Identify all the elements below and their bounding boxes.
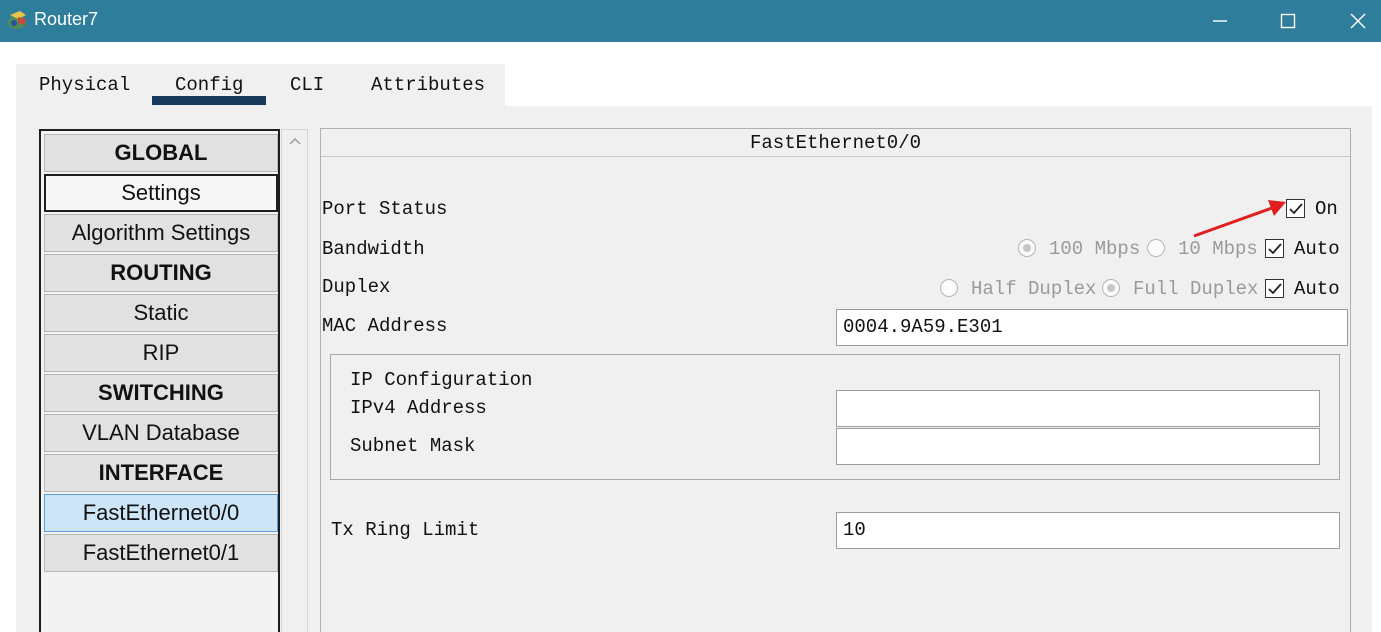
duplex-auto-label: Auto: [1294, 278, 1340, 300]
close-button[interactable]: [1336, 6, 1380, 36]
nav-list: GLOBAL Settings Algorithm Settings ROUTI…: [39, 129, 280, 632]
port-status-on-label: On: [1315, 198, 1338, 220]
nav-header-interface: INTERFACE: [44, 454, 278, 492]
window-title: Router7: [34, 9, 99, 29]
nav-header-global: GLOBAL: [44, 134, 278, 172]
port-status-label: Port Status: [322, 198, 448, 220]
nav-item-vlan-database[interactable]: VLAN Database: [44, 414, 278, 452]
nav-scrollbar[interactable]: [281, 129, 308, 632]
title-bar: Router7: [0, 0, 1381, 42]
tab-physical[interactable]: Physical: [39, 74, 130, 96]
nav-item-fastethernet0-0[interactable]: FastEthernet0/0: [44, 494, 278, 532]
nav-item-static[interactable]: Static: [44, 294, 278, 332]
check-icon: [1268, 243, 1282, 255]
bandwidth-100-radio[interactable]: [1018, 239, 1036, 257]
subnet-mask-label: Subnet Mask: [350, 435, 476, 457]
check-icon: [1289, 203, 1303, 215]
duplex-label: Duplex: [322, 276, 391, 298]
minimize-icon: [1213, 20, 1227, 22]
nav-item-fastethernet0-1[interactable]: FastEthernet0/1: [44, 534, 278, 572]
full-duplex-label: Full Duplex: [1133, 278, 1259, 300]
ip-configuration-heading: IP Configuration: [350, 369, 533, 391]
ipv4-address-label: IPv4 Address: [350, 397, 487, 419]
maximize-icon: [1280, 13, 1296, 29]
tx-ring-limit-label: Tx Ring Limit: [331, 519, 480, 541]
tab-attributes[interactable]: Attributes: [371, 74, 485, 96]
check-icon: [1268, 283, 1282, 295]
active-tab-indicator: [152, 96, 266, 105]
subnet-mask-field[interactable]: [836, 428, 1320, 465]
scroll-up-icon[interactable]: [288, 136, 302, 146]
full-duplex-radio[interactable]: [1102, 279, 1120, 297]
nav-header-routing: ROUTING: [44, 254, 278, 292]
close-icon: [1350, 13, 1366, 29]
bandwidth-auto-label: Auto: [1294, 238, 1340, 260]
bandwidth-100-label: 100 Mbps: [1049, 238, 1141, 260]
arrow-annotation: [1193, 200, 1286, 238]
bandwidth-label: Bandwidth: [322, 238, 425, 260]
nav-item-algorithm-settings[interactable]: Algorithm Settings: [44, 214, 278, 252]
mac-address-label: MAC Address: [322, 315, 448, 337]
bandwidth-auto-checkbox[interactable]: [1265, 239, 1284, 258]
mac-address-field[interactable]: 0004.9A59.E301: [836, 309, 1348, 346]
duplex-auto-checkbox[interactable]: [1265, 279, 1284, 298]
bandwidth-10-label: 10 Mbps: [1178, 238, 1258, 260]
tx-ring-limit-field[interactable]: 10: [836, 512, 1340, 549]
tab-cli[interactable]: CLI: [290, 74, 324, 96]
half-duplex-label: Half Duplex: [971, 278, 1097, 300]
bandwidth-10-radio[interactable]: [1147, 239, 1165, 257]
nav-header-switching: SWITCHING: [44, 374, 278, 412]
ipv4-address-field[interactable]: [836, 390, 1320, 427]
interface-title: FastEthernet0/0: [321, 129, 1350, 157]
half-duplex-radio[interactable]: [940, 279, 958, 297]
nav-item-settings[interactable]: Settings: [44, 174, 278, 212]
router-app-icon: [6, 9, 30, 31]
tab-config[interactable]: Config: [175, 74, 243, 96]
nav-item-rip[interactable]: RIP: [44, 334, 278, 372]
maximize-button[interactable]: [1266, 6, 1310, 36]
minimize-button[interactable]: [1198, 6, 1242, 36]
